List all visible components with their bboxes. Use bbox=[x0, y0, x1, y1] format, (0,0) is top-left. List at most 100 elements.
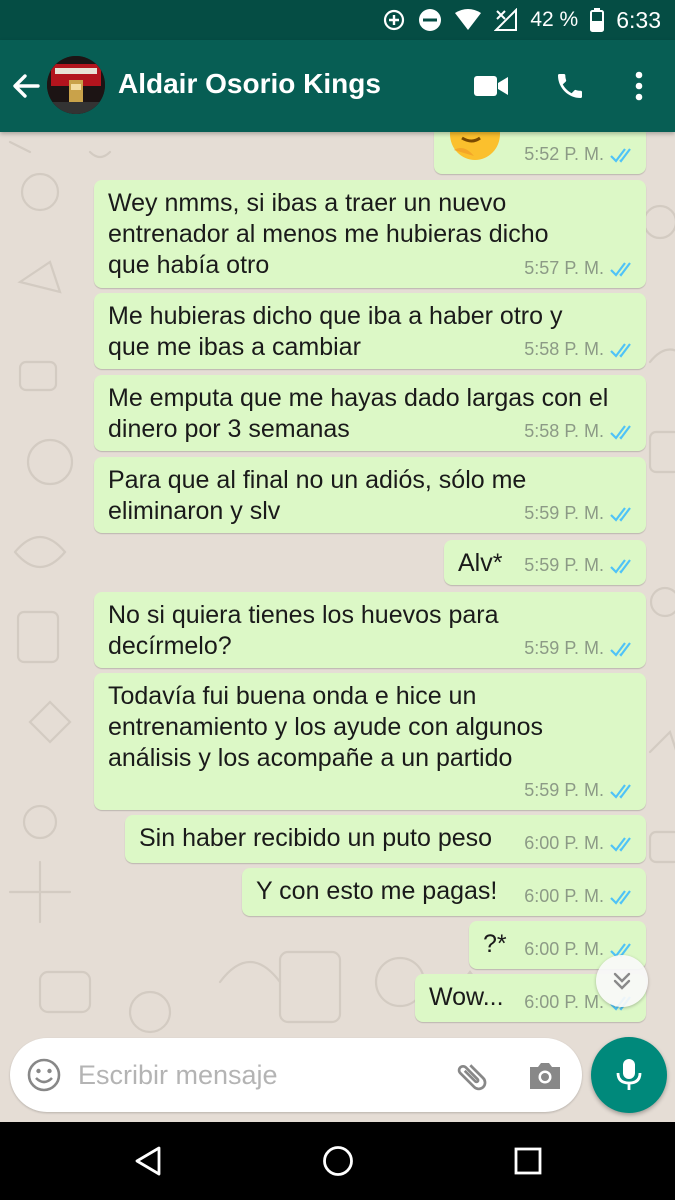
nav-home-button[interactable] bbox=[318, 1141, 358, 1181]
read-receipt-icon bbox=[610, 889, 631, 905]
message-meta: 5:58 P. M. bbox=[524, 334, 636, 365]
video-call-icon bbox=[474, 76, 508, 96]
message-text: ?* bbox=[483, 929, 507, 960]
message-time: 6:00 P. M. bbox=[524, 992, 604, 1012]
message-time: 5:58 P. M. bbox=[524, 339, 604, 359]
message-line: Sin haber recibido un puto peso bbox=[139, 824, 493, 852]
message-meta: 5:52 P. M. bbox=[524, 139, 636, 170]
contact-name[interactable]: Aldair Osorio Kings bbox=[118, 68, 381, 100]
wifi-icon bbox=[454, 9, 482, 31]
read-receipt-icon bbox=[610, 641, 631, 657]
message-bubble[interactable]: Me hubieras dicho que iba a haber otro y… bbox=[94, 293, 646, 369]
message-time: 5:52 P. M. bbox=[524, 144, 604, 164]
message-bubble[interactable]: Y con esto me pagas! 6:00 P. M. bbox=[242, 868, 646, 916]
message-bubble[interactable]: Me emputa que me hayas dado largas con e… bbox=[94, 375, 646, 451]
message-composer bbox=[10, 1038, 582, 1112]
message-text: Para que al final no un adiós, sólo me e… bbox=[108, 465, 526, 527]
avatar-image bbox=[47, 56, 105, 114]
recents-square-icon bbox=[514, 1147, 542, 1175]
message-line: que me ibas a cambiar bbox=[108, 333, 361, 361]
message-text: Todavía fui buena onda e hice un entrena… bbox=[108, 681, 543, 774]
message-line: Wow... bbox=[429, 983, 504, 1011]
message-bubble[interactable]: Wey nmms, si ibas a traer un nuevo entre… bbox=[94, 180, 646, 288]
message-line: Wey nmms, si ibas a traer un nuevo bbox=[108, 189, 507, 217]
contact-avatar[interactable] bbox=[47, 56, 105, 114]
message-meta: 5:59 P. M. bbox=[524, 550, 636, 581]
message-bubble[interactable]: No si quiera tienes los huevos para decí… bbox=[94, 592, 646, 668]
attach-button[interactable] bbox=[453, 1058, 491, 1096]
chat-area[interactable]: 5:52 P. M. Wey nmms, si ibas a traer un … bbox=[0, 132, 675, 1037]
system-nav-bar bbox=[0, 1122, 675, 1200]
message-meta: 6:00 P. M. bbox=[524, 828, 636, 859]
data-saver-icon bbox=[382, 8, 406, 32]
message-bubble[interactable]: Alv* 5:59 P. M. bbox=[444, 540, 646, 585]
message-time: 5:59 P. M. bbox=[524, 780, 604, 800]
no-signal-icon bbox=[494, 8, 518, 32]
read-receipt-icon bbox=[610, 147, 631, 163]
message-bubble[interactable]: Sin haber recibido un puto peso 6:00 P. … bbox=[125, 815, 646, 863]
read-receipt-icon bbox=[610, 424, 631, 440]
message-time: 5:58 P. M. bbox=[524, 421, 604, 441]
read-receipt-icon bbox=[610, 342, 631, 358]
nav-recents-button[interactable] bbox=[508, 1141, 548, 1181]
message-text: Sin haber recibido un puto peso bbox=[139, 823, 492, 854]
read-receipt-icon bbox=[610, 783, 631, 799]
attach-icon bbox=[457, 1064, 487, 1091]
message-line: Para que al final no un adiós, sólo me bbox=[108, 466, 527, 494]
voice-record-button[interactable] bbox=[591, 1037, 667, 1113]
double-chevron-down-icon bbox=[613, 972, 631, 990]
message-text: Alv* bbox=[458, 548, 502, 579]
chat-header: Aldair Osorio Kings bbox=[0, 40, 675, 132]
message-text: Me hubieras dicho que iba a haber otro y… bbox=[108, 301, 562, 363]
more-vert-icon bbox=[635, 71, 643, 101]
message-meta: 5:57 P. M. bbox=[524, 253, 636, 284]
scroll-to-bottom-button[interactable] bbox=[596, 955, 648, 1007]
mic-icon bbox=[616, 1059, 642, 1090]
voice-call-button[interactable] bbox=[548, 64, 592, 108]
read-receipt-icon bbox=[610, 558, 631, 574]
message-line: eliminaron y slv bbox=[108, 497, 281, 525]
back-button[interactable] bbox=[8, 66, 48, 106]
video-call-button[interactable] bbox=[469, 64, 513, 108]
message-text: Wow... bbox=[429, 982, 504, 1013]
back-arrow-icon bbox=[13, 74, 40, 98]
camera-button[interactable] bbox=[527, 1058, 563, 1094]
message-input[interactable] bbox=[78, 1056, 438, 1094]
message-meta: 6:00 P. M. bbox=[524, 881, 636, 912]
message-line: Me hubieras dicho que iba a haber otro y bbox=[108, 302, 563, 330]
back-triangle-icon bbox=[135, 1146, 161, 1176]
emoji-button[interactable] bbox=[26, 1057, 62, 1093]
message-time: 6:00 P. M. bbox=[524, 886, 604, 906]
message-time: 5:59 P. M. bbox=[524, 503, 604, 523]
read-receipt-icon bbox=[610, 836, 631, 852]
message-meta: 5:58 P. M. bbox=[524, 416, 636, 447]
message-line: que había otro bbox=[108, 251, 270, 279]
message-time: 5:59 P. M. bbox=[524, 638, 604, 658]
battery-level: 42 % bbox=[530, 8, 579, 31]
message-meta: 5:59 P. M. bbox=[524, 498, 636, 529]
message-bubble[interactable]: 5:52 P. M. bbox=[434, 132, 646, 174]
message-line: Todavía fui buena onda e hice un bbox=[108, 682, 477, 710]
nav-back-button[interactable] bbox=[128, 1141, 168, 1181]
clock: 6:33 bbox=[616, 6, 661, 33]
do-not-disturb-icon bbox=[418, 8, 442, 32]
message-bubble[interactable]: Todavía fui buena onda e hice un entrena… bbox=[94, 673, 646, 810]
message-line: Alv* bbox=[458, 549, 503, 577]
message-line: Me emputa que me hayas dado largas con e… bbox=[108, 384, 609, 412]
message-text: Wey nmms, si ibas a traer un nuevo entre… bbox=[108, 188, 549, 281]
message-line: Y con esto me pagas! bbox=[256, 877, 498, 905]
message-bubble[interactable]: Para que al final no un adiós, sólo me e… bbox=[94, 457, 646, 533]
message-line: entrenador al menos me hubieras dicho bbox=[108, 220, 549, 248]
message-time: 6:00 P. M. bbox=[524, 939, 604, 959]
message-text: No si quiera tienes los huevos para decí… bbox=[108, 600, 499, 662]
camera-icon bbox=[530, 1063, 560, 1089]
more-options-button[interactable] bbox=[617, 64, 661, 108]
battery-icon bbox=[590, 8, 605, 32]
message-meta: 5:59 P. M. bbox=[524, 633, 636, 664]
thinking-face-emoji bbox=[450, 132, 500, 160]
home-circle-icon bbox=[323, 1146, 353, 1176]
message-line: decírmelo? bbox=[108, 632, 232, 660]
read-receipt-icon bbox=[610, 506, 631, 522]
message-time: 5:59 P. M. bbox=[524, 555, 604, 575]
status-bar: 42 % 6:33 bbox=[0, 0, 675, 40]
